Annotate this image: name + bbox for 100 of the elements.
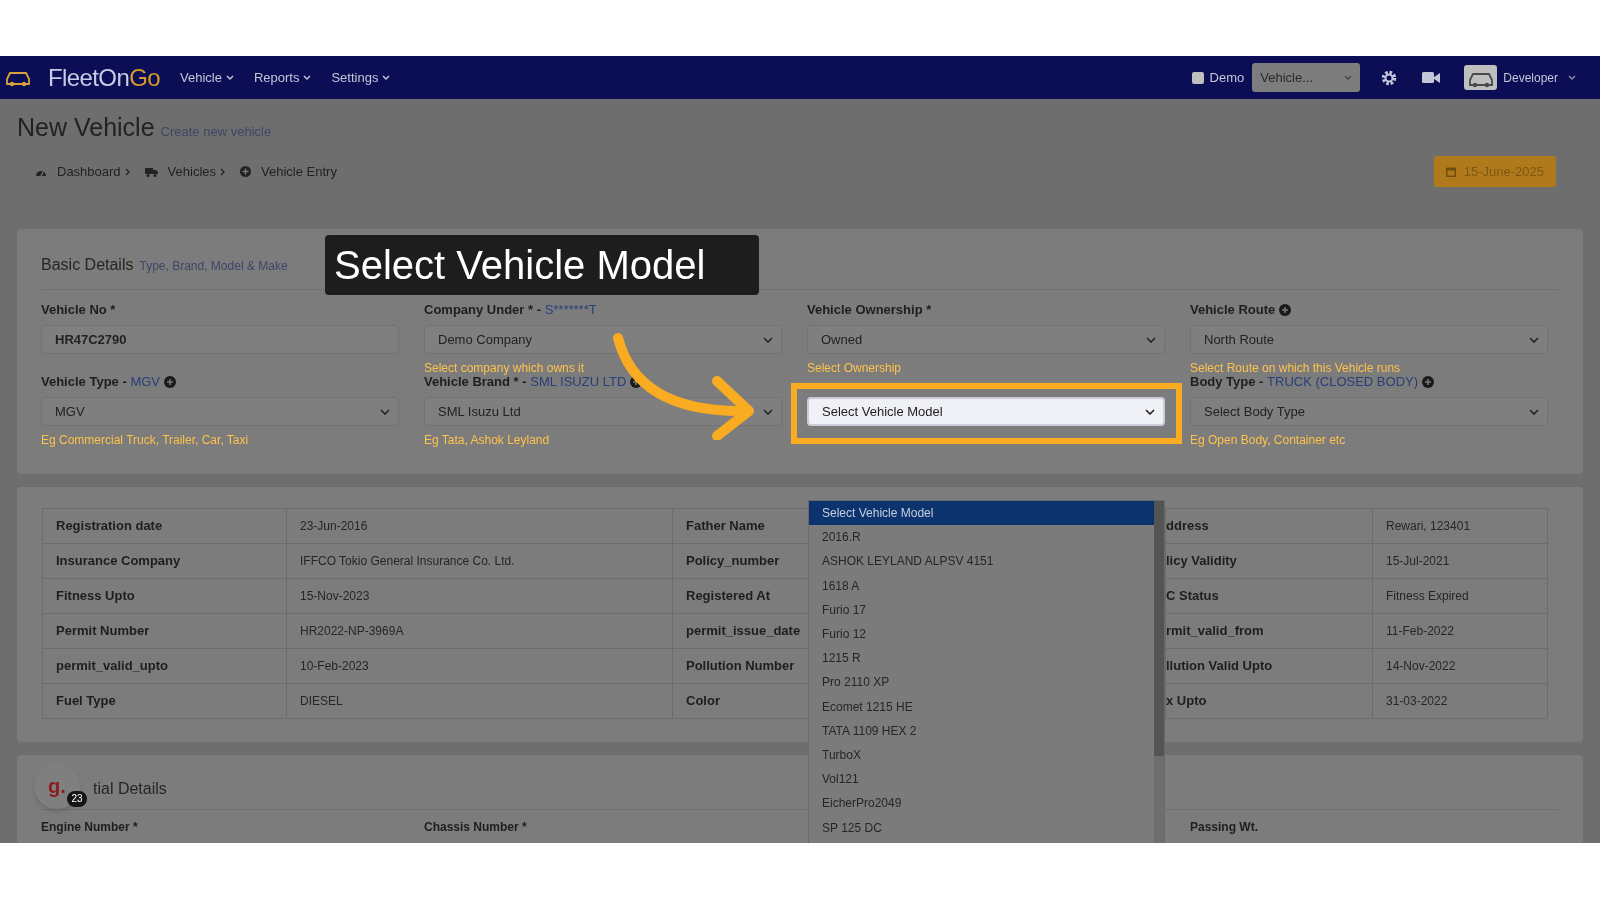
select-field[interactable]: Select Vehicle Model — [807, 397, 1165, 426]
field-label: Chassis Number * — [424, 820, 527, 834]
table-cell-text: Insurance Company — [56, 552, 181, 571]
field-label: Engine Number * — [41, 820, 138, 834]
caret-icon — [1568, 75, 1576, 80]
truck-icon — [144, 166, 158, 177]
settings-icon — [1380, 68, 1399, 87]
nav-menu[interactable]: Settings — [331, 67, 391, 88]
user-menu[interactable]: Developer — [1464, 65, 1576, 90]
table-cell-text: x Upto — [1166, 692, 1207, 711]
table-cell-text: Registered At — [686, 587, 771, 606]
demo-checkbox[interactable]: Demo — [1191, 67, 1245, 88]
breadcrumb-link[interactable]: Vehicles — [167, 161, 217, 182]
table-cell-text: Policy_number — [686, 552, 780, 571]
chevron-down-icon — [1529, 408, 1539, 415]
caret-icon — [225, 75, 234, 80]
field-label: Company Under * - S*******T — [424, 301, 597, 320]
table-cell-text: ddress — [1166, 517, 1209, 536]
dropdown-option[interactable]: Furio 17 — [809, 597, 1154, 622]
section-title: tial Details — [93, 779, 167, 799]
table-cell-text: 23-Jun-2016 — [300, 518, 368, 535]
table-cell-text: 15-Nov-2023 — [300, 588, 370, 605]
table-cell-text: Registration date — [56, 517, 163, 536]
dropdown-option[interactable]: 1215 R — [809, 646, 1154, 671]
field-label: Vehicle Ownership * — [807, 301, 932, 320]
dropdown-option[interactable]: TurboX — [809, 742, 1154, 768]
chevron-down-icon — [1146, 336, 1156, 343]
table-cell-text: C Status — [1166, 587, 1219, 606]
table-cell-text: licy Validity — [1166, 552, 1237, 571]
dropdown-option[interactable]: 2016.R — [809, 525, 1154, 550]
table-cell-text: Fitness Upto — [56, 587, 135, 606]
table-cell-text: Fuel Type — [56, 692, 116, 711]
nav-menu[interactable]: Vehicle — [180, 67, 234, 88]
select-field[interactable]: Demo Company — [424, 325, 782, 354]
dropdown-option[interactable]: ASHOK LEYLAND ALPSV 4151 — [809, 549, 1154, 574]
select-field[interactable]: Owned — [807, 325, 1165, 354]
table-cell-text: permit_issue_date — [686, 622, 801, 641]
section-subtitle: Type, Brand, Model & Make — [139, 258, 288, 275]
table-cell-text: IFFCO Tokio General Insurance Co. Ltd. — [300, 553, 515, 570]
vehicle-select[interactable]: Vehicle... — [1252, 63, 1361, 92]
count-badge: 23 — [67, 791, 87, 807]
table-cell-text: Permit Number — [56, 622, 150, 641]
chevron-down-icon — [763, 336, 773, 343]
caret-icon — [303, 75, 312, 80]
field-label: Vehicle Route — [1190, 301, 1276, 320]
dropdown-option[interactable]: Ecomet 1215 HE — [809, 694, 1154, 719]
field-label: Vehicle Brand * - SML ISUZU LTD — [424, 374, 627, 392]
table-cell-text: Fitness Expired — [1386, 588, 1469, 605]
tooltip: Select Vehicle Model — [325, 235, 759, 295]
caret-icon — [382, 75, 391, 80]
caret-icon — [1344, 75, 1353, 80]
dropdown-option[interactable]: SP 125 DC — [809, 815, 1154, 840]
plus-circle-icon — [240, 166, 252, 177]
field-hint: Eg Tata, Ashok Leyland — [424, 432, 551, 449]
chevron-down-icon — [380, 408, 390, 415]
text-field[interactable]: HR47C2790 — [41, 325, 399, 354]
dropdown-option[interactable]: Select Vehicle Model — [809, 501, 1154, 526]
chevron-down-icon — [1145, 408, 1155, 415]
dropdown-option[interactable]: Furio 12 — [809, 621, 1154, 647]
table-cell-text: DIESEL — [300, 693, 343, 710]
breadcrumb-link[interactable]: Dashboard — [57, 161, 121, 182]
dropdown-option[interactable]: Pro 2110 XP — [809, 670, 1154, 695]
table-cell-text: HR2022-NP-3969A — [300, 623, 404, 640]
dropdown-option[interactable]: EicherPro2049 — [809, 791, 1154, 816]
scrollbar-thumb[interactable] — [1154, 501, 1164, 756]
table-cell-text: Father Name — [686, 517, 765, 536]
field-hint: Select company which owns it — [424, 360, 586, 377]
chevron-down-icon — [763, 408, 773, 415]
checkbox[interactable] — [1191, 71, 1204, 84]
select-field[interactable]: Select Body Type — [1190, 397, 1548, 426]
table-cell-text: 31-03-2022 — [1386, 693, 1448, 710]
table-cell-text: permit_valid_upto — [56, 657, 168, 676]
dropdown-option[interactable]: TATA 1109 HEX 2 — [809, 718, 1154, 743]
table-cell-text: Rewari, 123401 — [1386, 518, 1471, 535]
field-hint: Select Ownership — [807, 360, 903, 377]
field-hint: Eg Commercial Truck, Trailer, Car, Taxi — [41, 432, 250, 449]
nav-menu[interactable]: Reports — [253, 67, 312, 88]
video-camera-icon — [1422, 71, 1441, 84]
field-label: Passing Wt. — [1190, 820, 1258, 834]
breadcrumb-link[interactable]: Vehicle Entry — [261, 161, 337, 182]
table-cell-text: llution Valid Upto — [1166, 657, 1273, 676]
dropdown-option[interactable]: Vol121 — [809, 767, 1154, 792]
app-logo[interactable]: FleetOnGo — [4, 59, 160, 96]
field-hint: Eg Open Body, Container etc — [1190, 432, 1347, 449]
table-cell-text: Color — [686, 692, 720, 711]
table-cell-text: 11-Feb-2022 — [1386, 623, 1454, 640]
chevron-down-icon — [1529, 336, 1539, 343]
select-field[interactable]: North Route — [1190, 325, 1548, 354]
table-cell-text: rmit_valid_from — [1166, 622, 1264, 641]
field-label: Vehicle Type - MGV — [41, 373, 160, 392]
dropdown-option[interactable]: 1618 A — [809, 573, 1154, 598]
table-cell-text: 10-Feb-2023 — [300, 658, 369, 675]
select-field[interactable]: MGV — [41, 397, 399, 426]
table-cell-text: 15-Jul-2021 — [1386, 553, 1450, 570]
scrollbar[interactable] — [1154, 501, 1164, 843]
table-cell-text: 14-Nov-2022 — [1386, 658, 1456, 675]
page-title: New Vehicle — [17, 112, 155, 143]
chevron-right-icon — [220, 167, 227, 176]
chevron-right-icon — [124, 167, 131, 176]
table-cell-text: Pollution Number — [686, 657, 795, 676]
